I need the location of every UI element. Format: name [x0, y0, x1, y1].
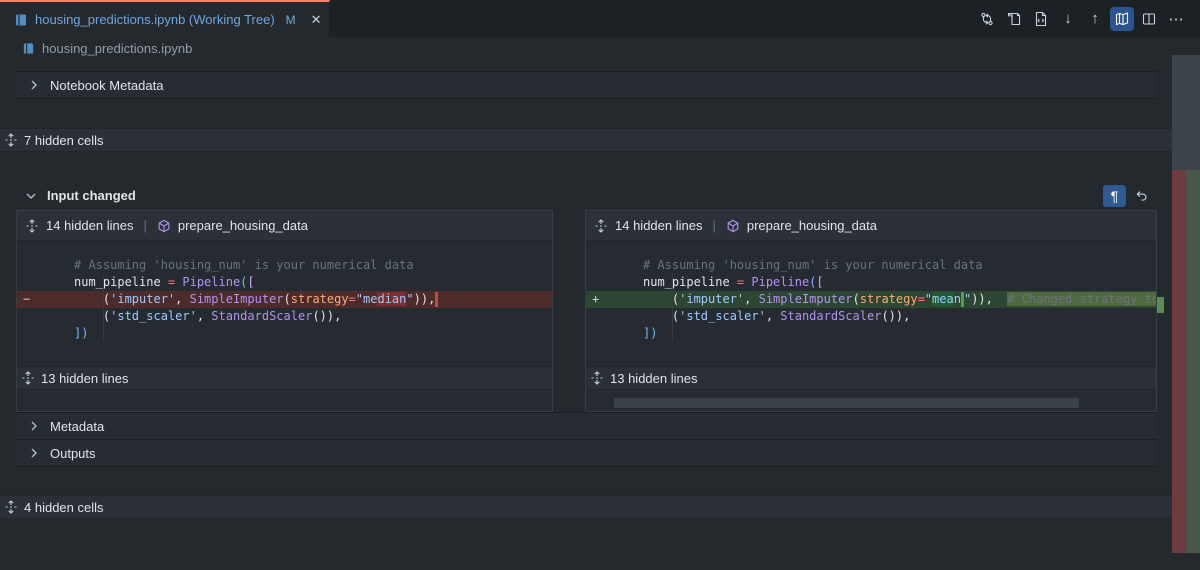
unfold-icon — [590, 371, 604, 385]
notebook-file-icon — [14, 13, 28, 27]
diff-gutter-sign: − — [17, 291, 74, 308]
whitespace-toggle-button[interactable]: ¶ — [1103, 185, 1126, 207]
overview-ruler-added[interactable] — [1186, 170, 1200, 553]
hidden-lines-label: 14 hidden lines — [615, 218, 702, 233]
chevron-right-icon — [27, 446, 41, 460]
section-label: Metadata — [50, 419, 104, 434]
previous-change-icon[interactable]: ↑ — [1083, 7, 1107, 31]
next-change-icon[interactable]: ↓ — [1056, 7, 1080, 31]
diff-gutter-sign — [17, 274, 74, 291]
diff-container: 14 hidden lines | prepare_housing_data #… — [16, 210, 1157, 412]
indent-guide — [672, 274, 673, 342]
unfold-icon[interactable] — [594, 219, 608, 233]
hidden-lines-label: 13 hidden lines — [41, 371, 128, 386]
symbol-method-icon — [726, 219, 740, 233]
more-actions-icon[interactable]: ⋯ — [1164, 7, 1188, 31]
revert-cell-icon[interactable] — [1130, 185, 1153, 207]
hidden-lines-bottom-bar[interactable]: 13 hidden lines — [17, 366, 552, 390]
code-line: − ('imputer', SimpleImputer(strategy="me… — [17, 291, 552, 308]
chevron-right-icon — [27, 78, 41, 92]
code-line: ]) — [17, 325, 552, 342]
symbol-name[interactable]: prepare_housing_data — [178, 218, 308, 233]
diff-pane-original: 14 hidden lines | prepare_housing_data #… — [16, 210, 553, 412]
compare-changes-icon[interactable] — [975, 7, 999, 31]
diff-code-original[interactable]: # Assuming 'housing_num' is your numeric… — [17, 241, 552, 342]
split-editor-icon[interactable] — [1137, 7, 1161, 31]
hidden-lines-label: 14 hidden lines — [46, 218, 133, 233]
diff-gutter-sign — [586, 325, 643, 342]
cell-actions: ¶ — [1103, 185, 1157, 207]
section-notebook-metadata[interactable]: Notebook Metadata — [16, 71, 1157, 99]
cell-header-input-changed[interactable]: Input changed ¶ — [16, 183, 1157, 208]
unfold-icon — [21, 371, 35, 385]
added-line-marker — [1157, 297, 1164, 313]
section-outputs[interactable]: Outputs — [16, 439, 1157, 467]
diff-gutter-sign — [586, 257, 643, 274]
scrollbar-thumb[interactable] — [1172, 55, 1200, 170]
hidden-lines-label: 13 hidden lines — [610, 371, 697, 386]
symbol-name[interactable]: prepare_housing_data — [747, 218, 877, 233]
close-icon[interactable]: ✕ — [311, 12, 322, 28]
code-line: # Assuming 'housing_num' is your numeric… — [586, 257, 1156, 274]
tab-working-tree[interactable]: housing_predictions.ipynb (Working Tree)… — [0, 0, 330, 37]
unfold-icon[interactable] — [25, 219, 39, 233]
breadcrumb[interactable]: housing_predictions.ipynb — [0, 37, 1200, 59]
open-file-icon[interactable] — [1029, 7, 1053, 31]
unfold-icon — [4, 500, 18, 514]
hidden-cells-bottom-bar[interactable]: 4 hidden cells — [0, 495, 1172, 519]
notebook-diff-editor: Notebook Metadata 7 hidden cells Input c… — [0, 59, 1172, 570]
hidden-cells-label: 4 hidden cells — [24, 500, 104, 515]
diff-gutter-sign — [586, 274, 643, 291]
indent-guide — [103, 274, 104, 342]
cell-title: Input changed — [47, 188, 136, 203]
code-line: ('std_scaler', StandardScaler()), — [17, 308, 552, 325]
symbol-method-icon — [157, 219, 171, 233]
modified-badge: M — [286, 13, 296, 27]
editor-toolbar: ↓ ↑ ⋯ — [975, 0, 1200, 37]
overview-ruler-deleted[interactable] — [1172, 170, 1186, 553]
code-line: num_pipeline = Pipeline([ — [17, 274, 552, 291]
diff-gutter-sign — [17, 325, 74, 342]
unfold-icon — [4, 133, 18, 147]
breadcrumb-file: housing_predictions.ipynb — [42, 41, 192, 56]
section-label: Outputs — [50, 446, 96, 461]
horizontal-scrollbar[interactable] — [614, 398, 1079, 408]
chevron-right-icon — [27, 419, 41, 433]
tab-title: housing_predictions.ipynb (Working Tree) — [35, 12, 275, 27]
separator: | — [140, 218, 149, 233]
map-icon[interactable] — [1110, 7, 1134, 31]
section-label: Notebook Metadata — [50, 78, 163, 93]
notebook-file-icon — [22, 42, 35, 55]
chevron-down-icon — [24, 189, 38, 203]
diff-gutter-sign — [586, 308, 643, 325]
hidden-lines-bottom-bar[interactable]: 13 hidden lines — [586, 366, 1156, 390]
diff-gutter-sign — [17, 257, 74, 274]
code-line: # Assuming 'housing_num' is your numeric… — [17, 257, 552, 274]
diff-pane-modified: 14 hidden lines | prepare_housing_data #… — [585, 210, 1157, 412]
hidden-cells-label: 7 hidden cells — [24, 133, 104, 148]
diff-gutter-sign — [17, 308, 74, 325]
section-metadata[interactable]: Metadata — [16, 412, 1157, 440]
diff-gutter-sign: + — [586, 291, 643, 308]
open-changes-icon[interactable] — [1002, 7, 1026, 31]
separator: | — [709, 218, 718, 233]
hidden-cells-top-bar[interactable]: 7 hidden cells — [0, 128, 1172, 152]
tab-bar: housing_predictions.ipynb (Working Tree)… — [0, 0, 1200, 37]
pane-header[interactable]: 14 hidden lines | prepare_housing_data — [17, 211, 552, 241]
pane-header[interactable]: 14 hidden lines | prepare_housing_data — [586, 211, 1156, 241]
